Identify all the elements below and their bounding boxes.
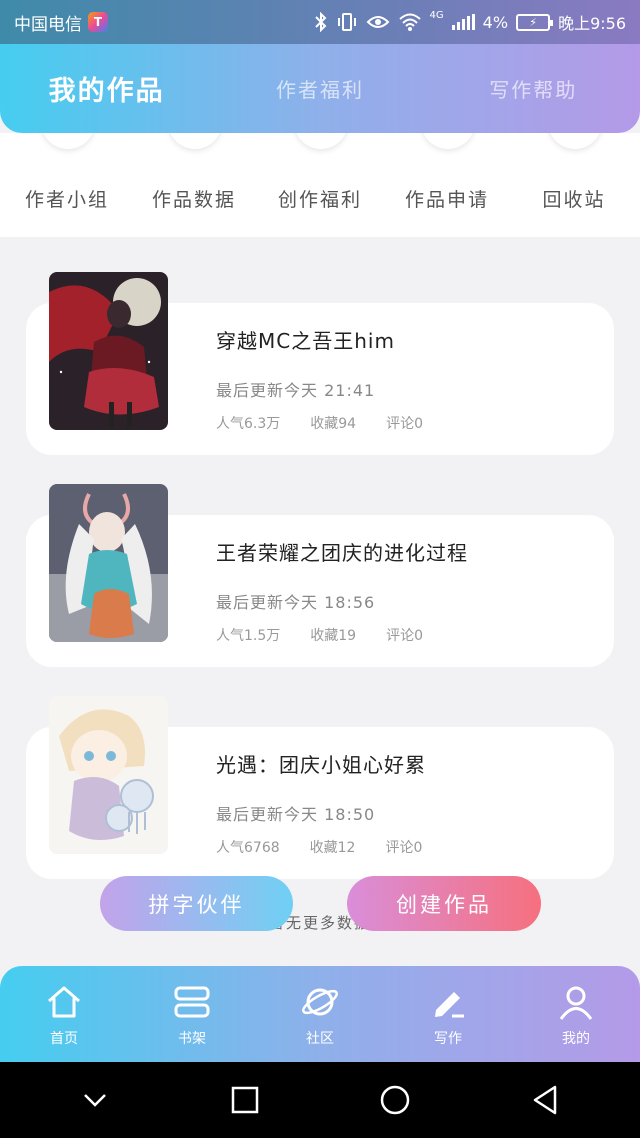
battery-percent: 4% [482, 12, 509, 32]
create-work-button[interactable]: 创建作品 [347, 876, 541, 931]
work-title: 光遇：团庆小姐心好累 [216, 753, 426, 777]
network-type: 4G [429, 10, 444, 21]
profile-icon [559, 986, 593, 1020]
work-stats: 人气1.5万 收藏19 评论0 [216, 625, 423, 645]
shortcut-label: 创作福利 [277, 189, 362, 211]
eye-icon [366, 16, 389, 28]
battery-charging-icon: ⚡ [516, 13, 554, 31]
app-notification-icon: T [88, 12, 108, 32]
shortcut-row: 作者小组 作品数据 创作福利 作品申请 回收站 [0, 133, 640, 237]
back-triangle-icon[interactable] [527, 1082, 563, 1118]
bookshelf-icon [174, 986, 210, 1018]
shortcut-author-group[interactable]: 作者小组 [3, 133, 131, 237]
work-updated: 最后更新今天 18:56 [216, 593, 376, 612]
shortcut-label: 作者小组 [24, 189, 109, 211]
work-popularity: 人气6.3万 [216, 416, 281, 432]
header-tabs: 我的作品 作者福利 写作帮助 [0, 44, 640, 133]
nav-label: 写作 [434, 1031, 462, 1047]
bluetooth-icon [314, 12, 326, 32]
work-favorites: 收藏94 [310, 416, 357, 432]
bottom-nav: 首页 书架 社区 写作 我的 [0, 966, 640, 1062]
home-circle-icon[interactable] [377, 1082, 413, 1118]
cover-art-chibi-jellyfish [49, 696, 168, 854]
work-title: 穿越MC之吾王him [216, 329, 395, 353]
work-favorites: 收藏19 [310, 628, 357, 644]
cover-art-antler-girl [49, 484, 168, 642]
recents-square-icon[interactable] [227, 1082, 263, 1118]
system-nav-bar [0, 1062, 640, 1138]
work-comments: 评论0 [386, 416, 424, 432]
work-updated: 最后更新今天 18:50 [216, 805, 376, 824]
tab-author-benefits[interactable]: 作者福利 [213, 74, 426, 103]
shortcut-creation-benefits[interactable]: 创作福利 [256, 133, 384, 237]
status-bar: 中国电信 T 4G 4% ⚡ 晚上9:56 [0, 0, 640, 44]
tab-my-works[interactable]: 我的作品 [0, 69, 213, 108]
home-icon [48, 986, 80, 1018]
nav-item-profile[interactable]: 我的 [512, 966, 640, 1062]
work-application-icon [421, 133, 475, 149]
shortcut-label: 回收站 [542, 189, 606, 211]
creation-benefits-icon [294, 133, 348, 149]
nav-label: 社区 [306, 1031, 334, 1047]
shortcut-label: 作品申请 [404, 189, 489, 211]
nav-item-bookshelf[interactable]: 书架 [128, 966, 256, 1062]
carrier-name: 中国电信 [14, 14, 82, 35]
tab-writing-help[interactable]: 写作帮助 [427, 74, 640, 103]
nav-label: 书架 [178, 1031, 206, 1047]
nav-label: 我的 [562, 1031, 590, 1047]
no-more-data-text: 暂无更多数据 [268, 914, 371, 932]
pen-icon [435, 992, 464, 1018]
work-favorites: 收藏12 [309, 840, 356, 856]
recycle-bin-icon [548, 133, 602, 149]
work-cover[interactable] [49, 272, 168, 430]
vibrate-icon [337, 13, 356, 31]
work-title: 王者荣耀之团庆的进化过程 [216, 541, 468, 565]
nav-label: 首页 [50, 1031, 78, 1047]
shortcut-recycle-bin[interactable]: 回收站 [510, 133, 638, 237]
work-comments: 评论0 [385, 840, 423, 856]
wifi-icon [398, 13, 421, 31]
nav-item-write[interactable]: 写作 [384, 966, 512, 1062]
shortcut-work-data[interactable]: 作品数据 [130, 133, 258, 237]
work-stats: 人气6768 收藏12 评论0 [216, 837, 422, 857]
work-comments: 评论0 [386, 628, 424, 644]
signal-icon [451, 14, 475, 30]
shortcut-label: 作品数据 [151, 189, 236, 211]
status-icons: 4G 4% ⚡ 晚上9:56 [314, 10, 626, 34]
partner-button[interactable]: 拼字伙伴 [100, 876, 293, 931]
work-popularity: 人气6768 [216, 840, 280, 856]
work-stats: 人气6.3万 收藏94 评论0 [216, 413, 423, 433]
work-popularity: 人气1.5万 [216, 628, 281, 644]
work-cover[interactable] [49, 484, 168, 642]
nav-item-community[interactable]: 社区 [256, 966, 384, 1062]
cover-art-red-dress-girl [49, 272, 168, 430]
planet-icon [302, 988, 338, 1016]
author-group-icon [41, 133, 95, 149]
work-data-icon [168, 133, 222, 149]
collapse-chevron-icon[interactable] [77, 1082, 113, 1118]
clock: 晚上9:56 [558, 14, 626, 33]
shortcut-work-application[interactable]: 作品申请 [383, 133, 511, 237]
work-updated: 最后更新今天 21:41 [216, 381, 376, 400]
carrier: 中国电信 T [14, 10, 108, 35]
nav-item-home[interactable]: 首页 [0, 966, 128, 1062]
work-cover[interactable] [49, 696, 168, 854]
